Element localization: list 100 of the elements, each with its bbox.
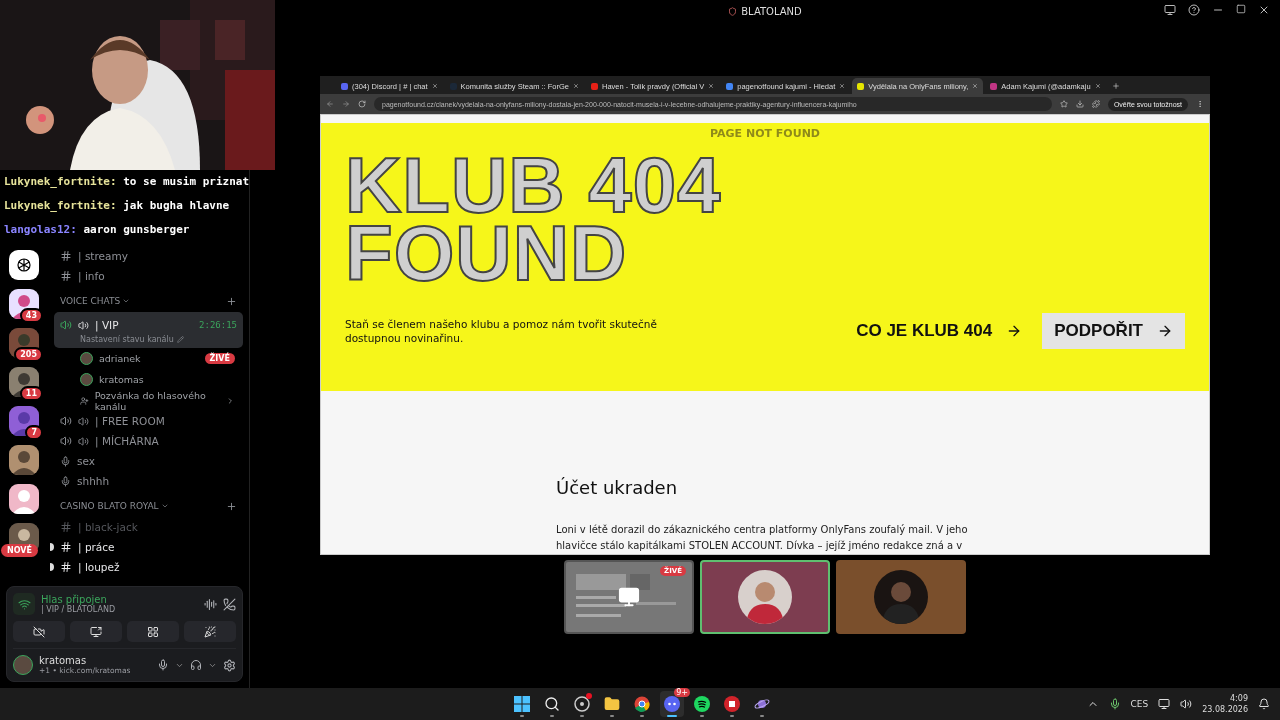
voice-channel-item[interactable]: | FREE ROOM <box>54 411 243 431</box>
game-app-icon[interactable] <box>724 696 740 712</box>
clock[interactable]: 4:09 23.08.2026 <box>1202 693 1248 715</box>
signal-icon <box>17 597 31 611</box>
music-app-icon[interactable] <box>694 696 710 712</box>
unread-badge: 43 <box>19 308 43 323</box>
monitor-icon <box>618 586 640 608</box>
chat-message: Lukynek_fortnite: jak bugha hlavne <box>4 198 231 214</box>
speaker-icon <box>60 415 72 427</box>
support-button[interactable]: PODPOŘIT <box>1042 313 1185 349</box>
party-popper-icon <box>204 625 216 638</box>
windows-start-icon[interactable] <box>514 696 530 712</box>
voice-channel-item[interactable]: | VIP 2:26:15 Nastavení stavu kanálu <box>54 312 243 348</box>
add-icon[interactable] <box>226 500 237 512</box>
add-icon[interactable] <box>226 295 237 307</box>
speaker-icon <box>60 319 72 331</box>
club-link[interactable]: CO JE KLUB 404 <box>856 321 1023 341</box>
noise-button[interactable] <box>204 597 217 611</box>
avatar <box>80 352 93 365</box>
notification-badge: 9+ <box>674 688 690 697</box>
server-icon[interactable] <box>9 406 39 436</box>
sound-wave-icon <box>204 597 217 611</box>
pencil-icon <box>176 336 184 343</box>
camera-button[interactable] <box>13 621 65 642</box>
favicon-icon <box>449 82 457 90</box>
unread-badge: 205 <box>14 347 43 362</box>
screen-share-button[interactable] <box>70 621 122 642</box>
voice-channel-item[interactable]: | MÍCHÁRNA <box>54 431 243 451</box>
reload-icon[interactable] <box>358 100 366 108</box>
caret-icon <box>160 502 169 510</box>
channel-status: Nastavení stavu kanálu <box>80 335 174 344</box>
hang-up-icon <box>223 597 236 611</box>
hash-icon <box>60 270 72 282</box>
network-icon[interactable] <box>1158 698 1171 710</box>
settings-icon <box>223 658 236 672</box>
arrow-icon <box>1157 323 1173 339</box>
headphones-button[interactable] <box>190 659 202 671</box>
server-icon[interactable] <box>9 445 39 475</box>
hash-icon <box>60 521 72 533</box>
server-icon[interactable] <box>9 484 39 514</box>
settings-button[interactable] <box>223 658 236 672</box>
monitor-icon[interactable] <box>1164 4 1176 16</box>
chat-app-icon[interactable] <box>664 696 680 712</box>
browser-icon[interactable] <box>634 696 650 712</box>
microphone-icon[interactable] <box>1108 698 1121 710</box>
voice-channel-item[interactable]: shhhh <box>54 471 243 491</box>
close-icon[interactable] <box>1258 4 1270 16</box>
bookmark-icon[interactable] <box>1059 100 1068 108</box>
camera-off-icon <box>33 625 45 638</box>
unread-badge: 11 <box>19 386 43 401</box>
disc-icon[interactable] <box>574 696 590 712</box>
user-name: kratomas <box>39 655 88 666</box>
hash-icon <box>60 561 72 573</box>
invite-icon <box>80 395 89 406</box>
maximize-icon[interactable] <box>1236 4 1246 14</box>
search-icon[interactable] <box>544 696 560 712</box>
disconnect-button[interactable] <box>223 597 236 611</box>
category-header[interactable]: CASINO BLATO ROYAL <box>60 501 169 511</box>
download-icon[interactable] <box>1075 100 1084 108</box>
invite-link[interactable]: Pozvánka do hlasového kanálu <box>94 389 221 412</box>
article-title: Účet ukraden <box>556 477 679 498</box>
soundboard-button[interactable] <box>184 621 236 642</box>
language-indicator[interactable]: CES <box>1130 699 1149 709</box>
speaker-icon <box>78 415 89 427</box>
activities-button[interactable] <box>127 621 179 642</box>
chat-message: Lukynek_fortnite: to se musim priznat <box>4 174 249 190</box>
microphone-button[interactable] <box>157 659 169 671</box>
text-channel-item[interactable]: | info <box>54 266 243 286</box>
new-tab-icon[interactable] <box>1111 82 1120 90</box>
caret-icon <box>122 297 131 305</box>
avatar <box>80 373 93 386</box>
microphone-icon <box>60 475 71 487</box>
stream-tile[interactable] <box>836 560 966 634</box>
member-name[interactable]: kratomas <box>99 374 144 385</box>
text-channel-item[interactable]: | streamy <box>54 246 243 266</box>
extensions-icon[interactable] <box>1091 100 1100 108</box>
hero-text: Staň se členem našeho klubu a pomoz nám tvořit skutečně dostupnou novinařinu. <box>345 317 658 345</box>
notifications-icon[interactable] <box>1258 698 1270 710</box>
favicon-icon <box>341 82 348 90</box>
screen-share-icon <box>90 625 102 638</box>
favicon-icon <box>857 82 865 90</box>
voice-channel-path[interactable]: | VIP / BLATOLAND <box>41 605 198 614</box>
planet-icon[interactable] <box>754 696 770 712</box>
volume-icon[interactable] <box>1180 698 1193 710</box>
speaker-icon <box>60 435 72 447</box>
chevron-right-icon <box>226 395 235 406</box>
help-icon[interactable] <box>1188 4 1200 16</box>
stream-tile[interactable] <box>700 560 830 634</box>
grid-icon <box>147 625 159 638</box>
server-icon[interactable] <box>9 250 39 280</box>
new-badge: NOVÉ <box>1 544 38 557</box>
menu-icon[interactable] <box>1196 100 1204 108</box>
voice-channel-item[interactable]: sex <box>54 451 243 471</box>
microphone-icon <box>60 455 71 467</box>
chat-message: langolas12: aaron gunsberger <box>4 222 191 238</box>
folder-icon[interactable] <box>604 696 620 712</box>
category-header[interactable]: VOICE CHATS <box>60 296 131 306</box>
member-name[interactable]: adrianek <box>99 353 141 364</box>
call-timer: 2:26:15 <box>199 320 237 330</box>
article-text: Loni v létě dorazil do zákaznického centra platformy OnlyFans zoufalý mail. V jeho hlavičce stálo kapitálkami STOLEN ACCOUNT. Dívka – jejíž jméno redakce zná a v <box>556 523 969 553</box>
